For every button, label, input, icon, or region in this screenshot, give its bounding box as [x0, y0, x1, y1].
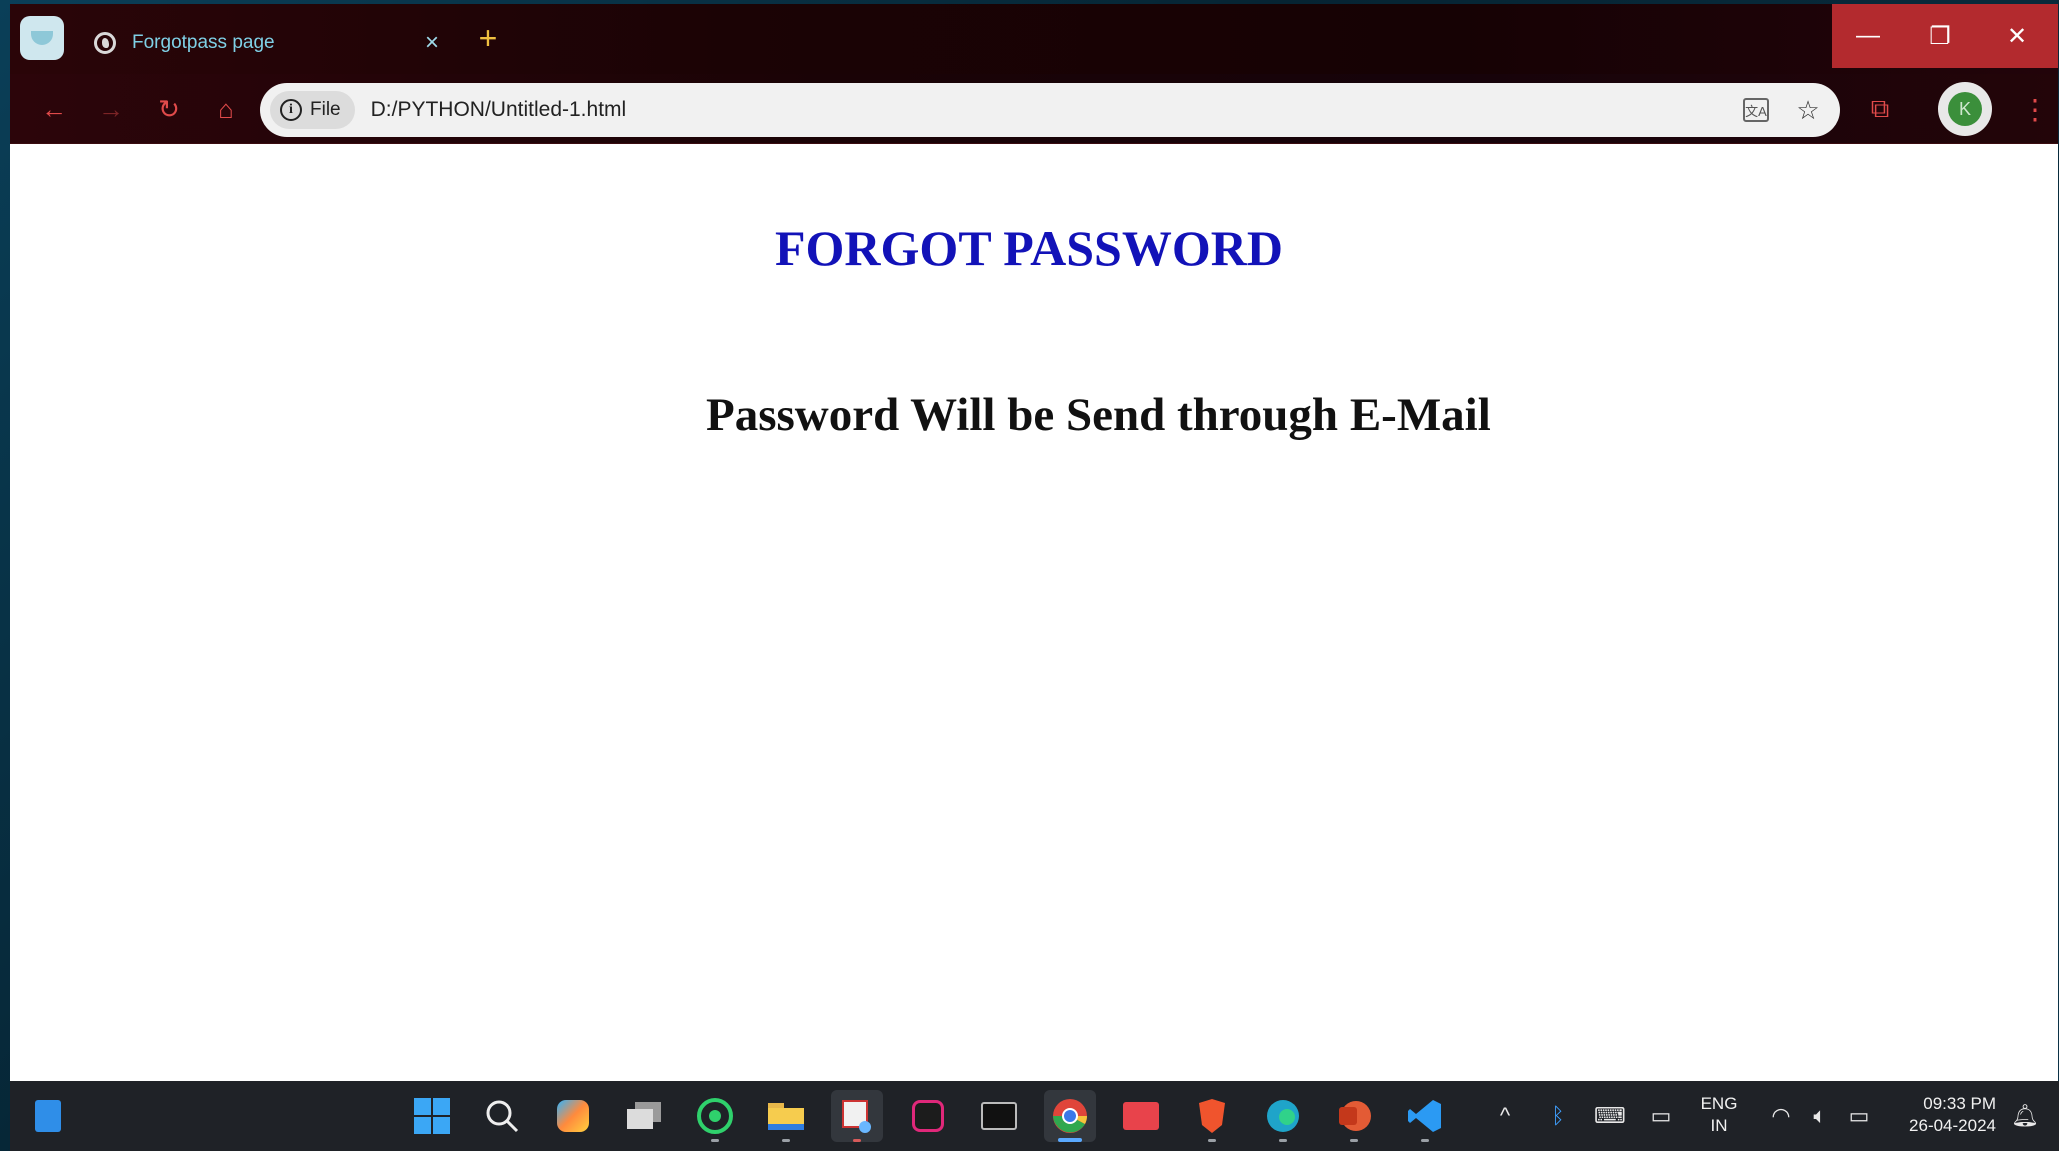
snipping-tool-icon: [842, 1100, 871, 1133]
clock[interactable]: 09:33 PM 26-04-2024: [1886, 1093, 1996, 1137]
taskbar: ^ ᛒ ⌨ ▭ ENG IN ◠ 🔈︎ ▭ 09:33 PM 26-04-202…: [10, 1081, 2059, 1151]
windows-logo-icon: [414, 1098, 450, 1134]
whatsapp-icon: [697, 1098, 733, 1134]
search-icon: [486, 1100, 519, 1133]
bookmark-button[interactable]: ☆: [1788, 90, 1828, 130]
terminal-button[interactable]: [973, 1090, 1025, 1142]
restore-icon: ❐: [1929, 22, 1951, 50]
translate-button[interactable]: 文A: [1736, 90, 1776, 130]
restore-button[interactable]: ❐: [1904, 4, 1976, 68]
copilot-icon: [557, 1100, 589, 1132]
task-view-button[interactable]: [618, 1090, 670, 1142]
site-info-chip[interactable]: i File: [270, 91, 355, 129]
reload-icon: ↻: [158, 93, 180, 124]
running-indicator: [1279, 1139, 1287, 1142]
reload-button[interactable]: ↻: [149, 89, 189, 129]
vscode-icon: [1408, 1100, 1441, 1132]
email-notice: Password Will be Send through E-Mail: [706, 389, 1491, 441]
globe-icon: [94, 32, 116, 54]
pen-app-icon: [912, 1100, 944, 1132]
clock-time: 09:33 PM: [1923, 1094, 1996, 1113]
scheme-label: File: [310, 99, 341, 120]
tab-strip: Forgotpass page × + — ❐ ✕: [10, 4, 2058, 74]
volume-icon[interactable]: 🔈︎: [1805, 1103, 1835, 1129]
chrome-button[interactable]: [1044, 1090, 1096, 1142]
terminal-icon: [981, 1102, 1017, 1130]
language-code: ENG: [1700, 1094, 1738, 1113]
minimize-icon: —: [1856, 22, 1880, 49]
desktop: Forgotpass page × + — ❐ ✕ ← → ↻ ⌂ i File…: [0, 0, 2059, 1151]
whatsapp-button[interactable]: [689, 1090, 741, 1142]
file-explorer-button[interactable]: [760, 1090, 812, 1142]
snipping-tool-button[interactable]: [831, 1090, 883, 1142]
edge-button[interactable]: [1257, 1090, 1309, 1142]
running-indicator: [853, 1139, 861, 1142]
running-indicator: [1421, 1139, 1429, 1142]
pen-app-button[interactable]: [902, 1090, 954, 1142]
new-tab-button[interactable]: +: [470, 20, 506, 56]
info-icon: i: [280, 99, 302, 121]
kebab-menu-icon: ⋮: [2021, 93, 2049, 125]
puzzle-icon: ⧉: [1870, 93, 1890, 123]
brave-button[interactable]: [1186, 1090, 1238, 1142]
profile-avatar[interactable]: K: [1938, 82, 1992, 136]
widgets-button[interactable]: [22, 1090, 74, 1142]
notification-bell-icon[interactable]: 🔔︎: [2010, 1103, 2040, 1129]
chrome-icon: [1053, 1099, 1087, 1133]
language-indicator[interactable]: ENG IN: [1694, 1093, 1744, 1137]
wifi-icon[interactable]: ◠: [1766, 1103, 1796, 1129]
news-button[interactable]: [1115, 1090, 1167, 1142]
tab-title: Forgotpass page: [132, 32, 275, 53]
news-icon: [1123, 1102, 1159, 1130]
tab-forgotpass[interactable]: Forgotpass page ×: [80, 12, 460, 74]
home-button[interactable]: ⌂: [206, 89, 246, 129]
forward-arrow-icon: →: [98, 93, 124, 124]
running-indicator: [711, 1139, 719, 1142]
home-icon: ⌂: [218, 93, 234, 124]
clock-date: 26-04-2024: [1909, 1116, 1996, 1135]
powerpoint-icon: [1339, 1101, 1371, 1131]
running-indicator: [1350, 1139, 1358, 1142]
back-button[interactable]: ←: [34, 89, 74, 129]
close-window-button[interactable]: ✕: [1976, 4, 2058, 68]
close-icon: ✕: [2006, 22, 2028, 50]
folder-icon: [768, 1103, 804, 1130]
profile-tile-icon[interactable]: [20, 16, 64, 60]
running-indicator: [1208, 1139, 1216, 1142]
star-icon: ☆: [1796, 94, 1820, 125]
brave-icon: [1199, 1099, 1225, 1133]
touchpad-icon[interactable]: ▭: [1646, 1103, 1676, 1129]
keyboard-icon[interactable]: ⌨: [1594, 1103, 1626, 1129]
forward-button[interactable]: →: [91, 89, 131, 129]
running-indicator: [782, 1139, 790, 1142]
powerpoint-button[interactable]: [1328, 1090, 1380, 1142]
search-button[interactable]: [476, 1090, 528, 1142]
url-text[interactable]: D:/PYTHON/Untitled-1.html: [371, 98, 1736, 122]
page-title: FORGOT PASSWORD: [775, 220, 1283, 276]
battery-icon[interactable]: ▭: [1844, 1103, 1874, 1129]
bluetooth-icon[interactable]: ᛒ: [1543, 1103, 1573, 1129]
address-bar[interactable]: i File D:/PYTHON/Untitled-1.html 文A ☆: [260, 83, 1840, 137]
start-button[interactable]: [406, 1090, 458, 1142]
translate-icon: 文A: [1743, 98, 1769, 122]
page-content: FORGOT PASSWORD Password Will be Send th…: [10, 145, 2058, 1081]
task-view-icon: [627, 1102, 661, 1129]
minimize-button[interactable]: —: [1832, 4, 1904, 68]
file-widget-icon: [35, 1100, 61, 1132]
extensions-button[interactable]: ⧉: [1860, 89, 1900, 129]
edge-icon: [1267, 1100, 1299, 1132]
region-code: IN: [1710, 1116, 1728, 1135]
browser-window: Forgotpass page × + — ❐ ✕ ← → ↻ ⌂ i File…: [10, 4, 2058, 1081]
browser-menu-button[interactable]: ⋮: [2020, 89, 2050, 129]
tab-close-icon[interactable]: ×: [418, 29, 446, 57]
browser-toolbar: ← → ↻ ⌂ i File D:/PYTHON/Untitled-1.html…: [10, 74, 2058, 144]
copilot-button[interactable]: [547, 1090, 599, 1142]
vscode-button[interactable]: [1399, 1090, 1451, 1142]
tray-overflow-chevron-icon[interactable]: ^: [1490, 1103, 1520, 1129]
back-arrow-icon: ←: [41, 93, 67, 124]
avatar-letter: K: [1948, 92, 1982, 126]
active-indicator: [1058, 1138, 1082, 1142]
